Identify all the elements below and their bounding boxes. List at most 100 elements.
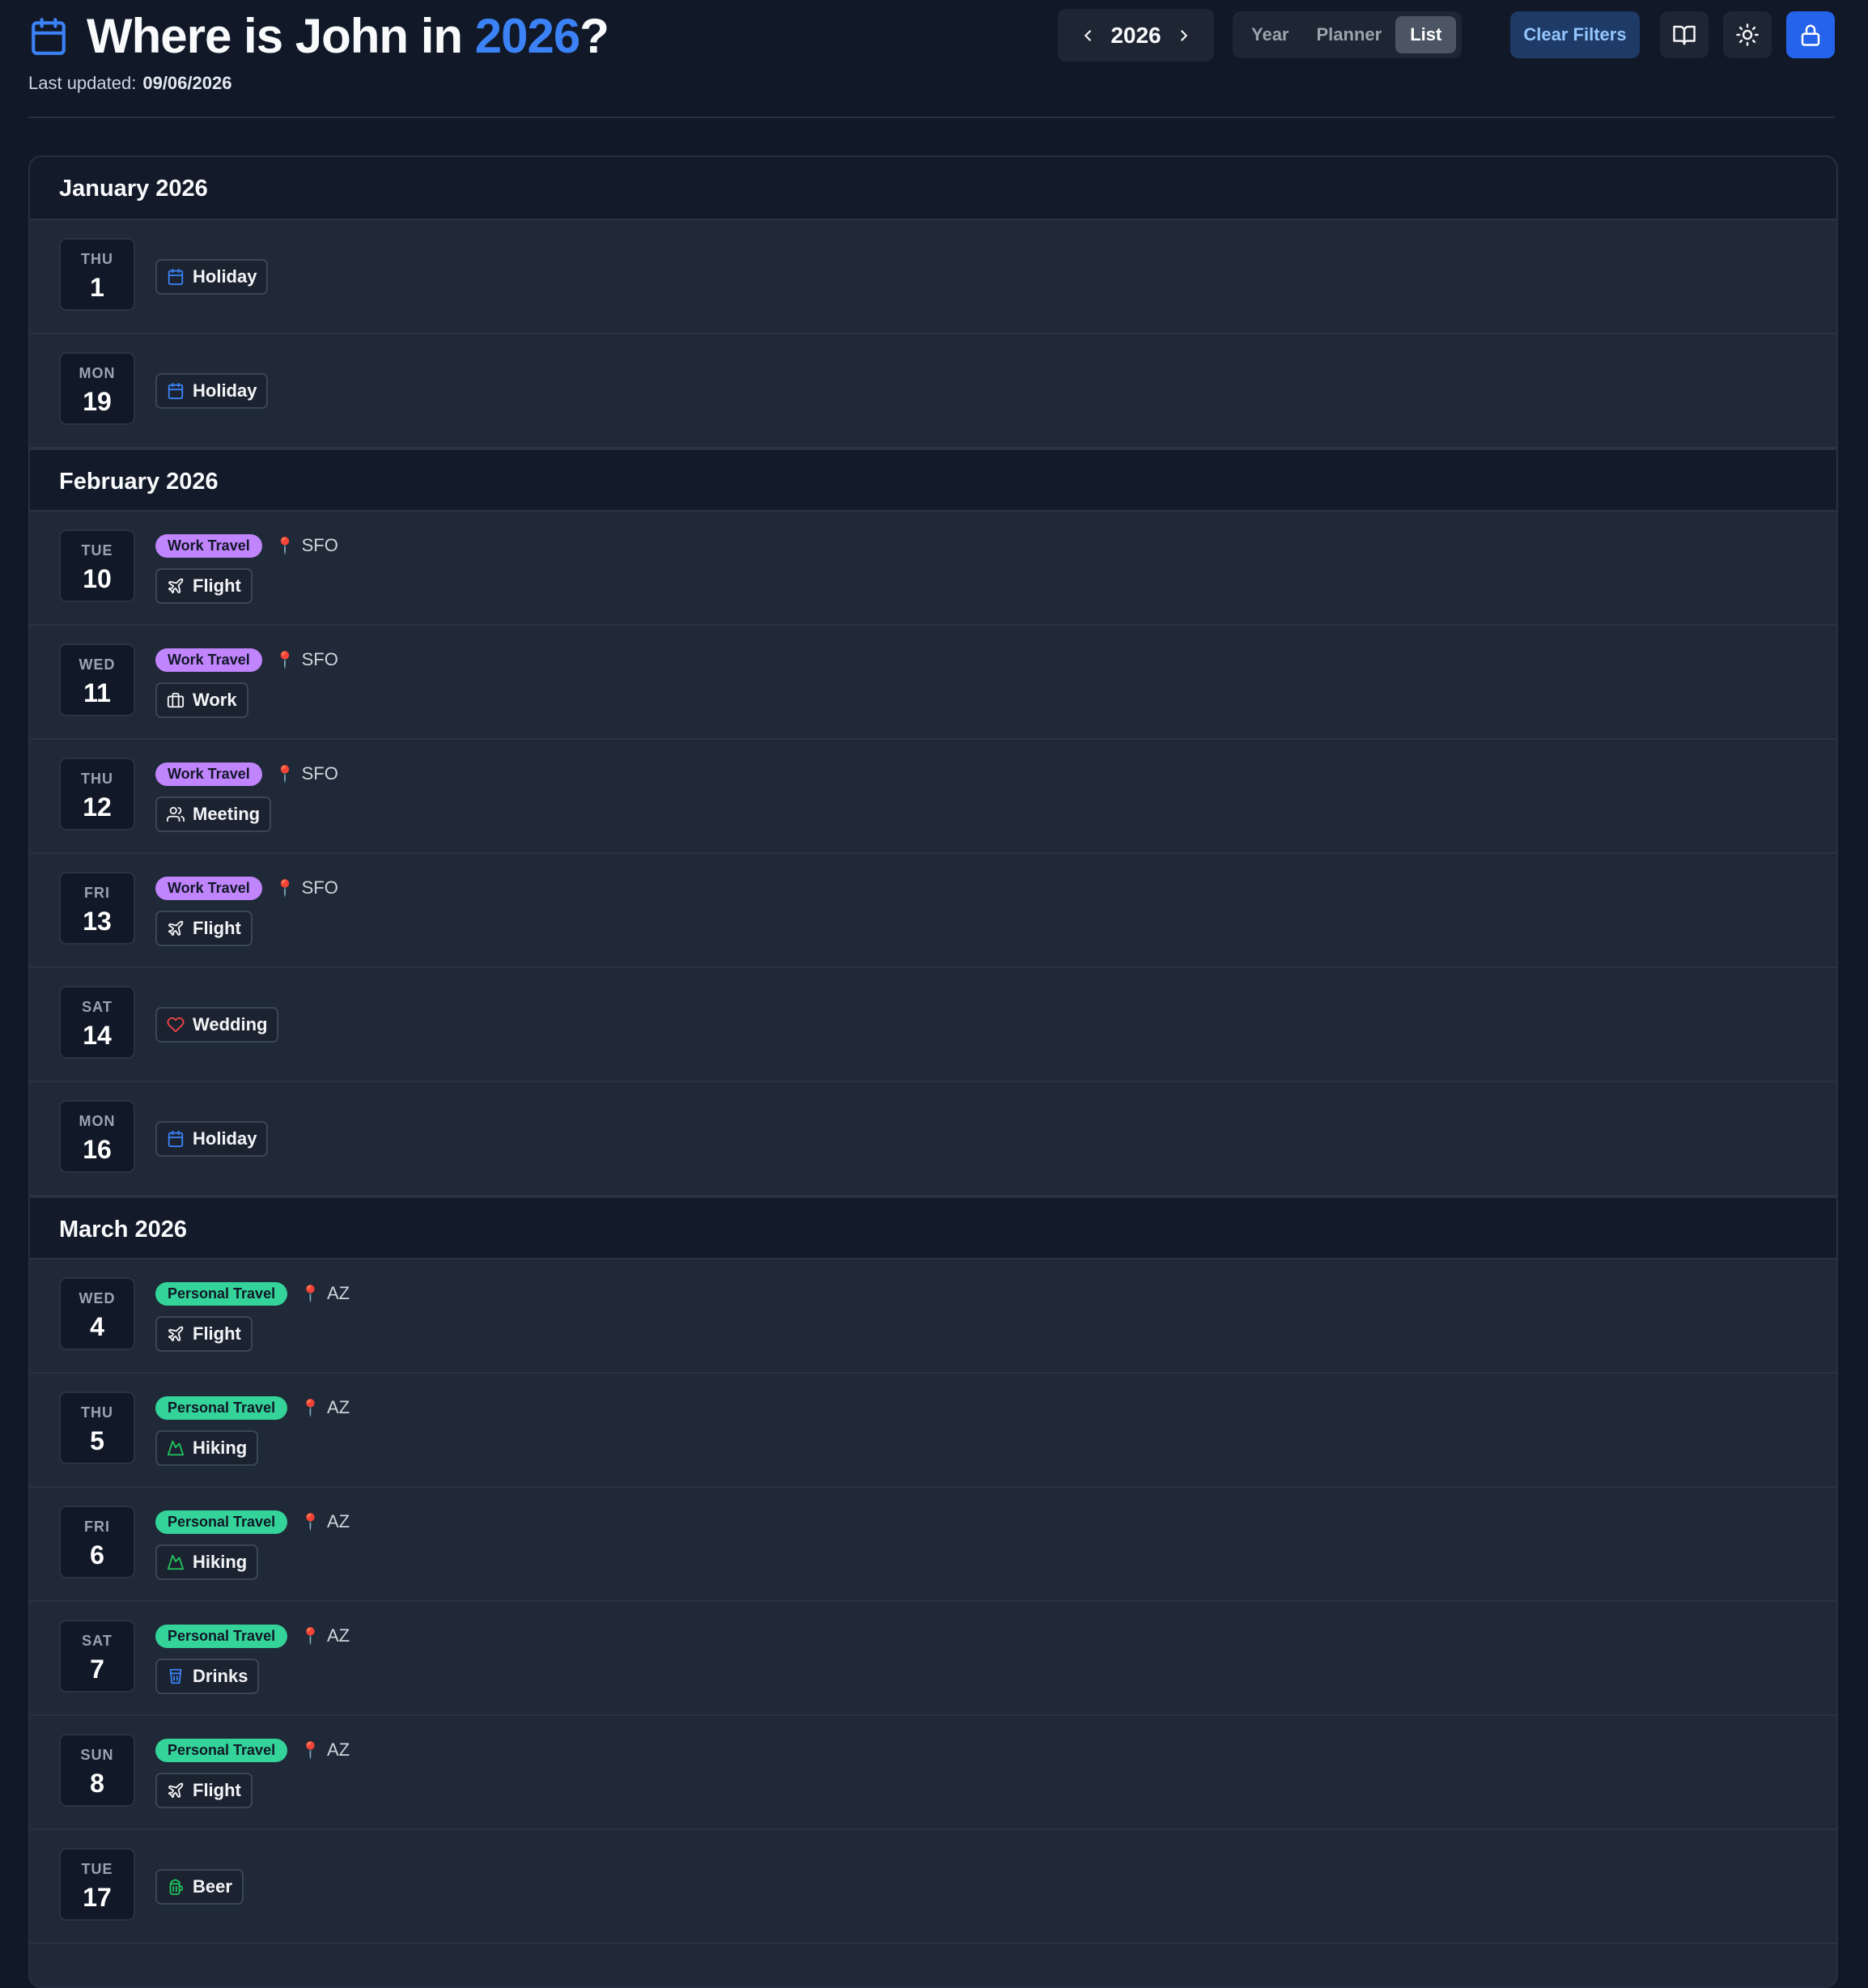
travel-info: Personal Travel 📍 AZ — [155, 1738, 350, 1762]
theme-toggle-button[interactable] — [1723, 11, 1772, 58]
location: 📍 AZ — [300, 1283, 350, 1304]
tab-list[interactable]: List — [1395, 16, 1457, 53]
travel-info: Personal Travel 📍 AZ — [155, 1395, 350, 1420]
category-badge[interactable]: Personal Travel — [155, 1624, 288, 1648]
day-row[interactable]: MON 16 Holiday — [30, 1082, 1836, 1196]
lock-icon — [1801, 24, 1820, 46]
activity-chip[interactable]: Drinks — [155, 1659, 260, 1694]
day-row[interactable]: THU 12 Work Travel 📍 SFO Meeting — [30, 740, 1836, 854]
activity-chip[interactable]: Flight — [155, 568, 253, 604]
day-row[interactable]: TUE 17 Beer — [30, 1830, 1836, 1944]
cup-icon — [167, 1667, 193, 1685]
activity-label: Hiking — [193, 1438, 248, 1458]
activity-label: Drinks — [193, 1666, 248, 1686]
day-row[interactable]: SUN 8 Personal Travel 📍 AZ Flight — [30, 1716, 1836, 1830]
chevron-left-icon[interactable] — [1079, 27, 1097, 45]
category-badge[interactable]: Work Travel — [155, 533, 262, 558]
calendar-icon — [167, 382, 193, 400]
page-header: Where is John in 2026? Last updated: 09/0… — [28, 0, 1835, 118]
users-icon — [167, 805, 193, 823]
lock-button[interactable] — [1786, 11, 1835, 58]
activity-label: Flight — [193, 918, 241, 938]
date-badge: WED 4 — [59, 1277, 135, 1350]
day-row[interactable]: THU 1 Holiday — [30, 220, 1836, 334]
activity-label: Flight — [193, 1780, 241, 1800]
date-badge: TUE 10 — [59, 529, 135, 602]
activity-chip[interactable]: Hiking — [155, 1430, 259, 1466]
day-of-week: FRI — [84, 885, 110, 901]
activity-chip[interactable]: Flight — [155, 1773, 253, 1808]
category-badge[interactable]: Personal Travel — [155, 1281, 288, 1306]
location-label: SFO — [301, 649, 338, 669]
location: 📍 SFO — [275, 649, 338, 670]
date-badge: THU 5 — [59, 1391, 135, 1464]
location-label: SFO — [301, 763, 338, 784]
activity-label: Wedding — [193, 1014, 268, 1034]
day-of-week: FRI — [84, 1519, 110, 1535]
tab-year[interactable]: Year — [1238, 16, 1303, 53]
pin-icon: 📍 — [300, 1399, 321, 1417]
last-updated-value: 09/06/2026 — [142, 73, 232, 93]
day-row[interactable]: FRI 6 Personal Travel 📍 AZ Hiking — [30, 1488, 1836, 1602]
activity-label: Work — [193, 690, 237, 710]
activity-chip[interactable]: Wedding — [155, 1007, 279, 1043]
day-number: 6 — [90, 1540, 104, 1570]
location-label: SFO — [301, 535, 338, 555]
category-badge[interactable]: Personal Travel — [155, 1738, 288, 1762]
travel-info: Work Travel 📍 SFO — [155, 762, 338, 786]
day-row[interactable]: MON 19 Holiday — [30, 334, 1836, 448]
activity-chip[interactable]: Flight — [155, 1316, 253, 1352]
day-row[interactable]: SAT 14 Wedding — [30, 968, 1836, 1082]
location: 📍 SFO — [275, 535, 338, 556]
day-number: 13 — [83, 907, 112, 936]
date-badge: SUN 8 — [59, 1734, 135, 1807]
book-button[interactable] — [1660, 11, 1709, 58]
day-of-week: MON — [79, 365, 116, 381]
plane-icon — [167, 577, 193, 595]
day-row[interactable]: WED 11 Work Travel 📍 SFO Work — [30, 626, 1836, 740]
category-badge[interactable]: Work Travel — [155, 762, 262, 786]
day-number: 17 — [83, 1883, 112, 1912]
activity-chip[interactable]: Flight — [155, 911, 253, 946]
last-updated-label: Last updated: — [28, 73, 137, 93]
pin-icon: 📍 — [274, 765, 295, 784]
category-badge[interactable]: Personal Travel — [155, 1395, 288, 1420]
activity-chip[interactable]: Holiday — [155, 373, 269, 409]
category-badge[interactable]: Work Travel — [155, 648, 262, 672]
day-row[interactable]: FRI 13 Work Travel 📍 SFO Flight — [30, 854, 1836, 968]
date-badge: FRI 13 — [59, 872, 135, 945]
travel-info: Work Travel 📍 SFO — [155, 648, 338, 672]
activity-label: Holiday — [193, 266, 257, 287]
month-header: January 2026 — [30, 157, 1836, 220]
plane-icon — [167, 1325, 193, 1343]
day-number: 4 — [90, 1312, 104, 1341]
calendar-icon — [167, 268, 193, 286]
clear-filters-button[interactable]: Clear Filters — [1510, 11, 1640, 58]
activity-chip[interactable]: Hiking — [155, 1544, 259, 1580]
view-switcher: Year Planner List — [1233, 11, 1462, 58]
location-label: AZ — [326, 1740, 350, 1760]
chevron-right-icon[interactable] — [1175, 27, 1193, 45]
book-icon — [1673, 25, 1696, 45]
day-row[interactable]: WED 4 Personal Travel 📍 AZ Flight — [30, 1259, 1836, 1374]
activity-chip[interactable]: Holiday — [155, 259, 269, 295]
activity-chip[interactable]: Work — [155, 682, 248, 718]
location: 📍 SFO — [275, 763, 338, 784]
day-row[interactable]: SAT 7 Personal Travel 📍 AZ Drinks — [30, 1602, 1836, 1716]
activity-label: Hiking — [193, 1552, 248, 1572]
day-row[interactable]: THU 5 Personal Travel 📍 AZ Hiking — [30, 1374, 1836, 1488]
day-row[interactable]: TUE 10 Work Travel 📍 SFO Flight — [30, 512, 1836, 626]
category-badge[interactable]: Personal Travel — [155, 1510, 288, 1534]
activity-chip[interactable]: Beer — [155, 1869, 244, 1905]
pin-icon: 📍 — [300, 1513, 321, 1531]
day-of-week: THU — [81, 771, 113, 787]
activity-chip[interactable]: Holiday — [155, 1121, 269, 1157]
mountain-icon — [167, 1553, 193, 1571]
day-of-week: MON — [79, 1113, 116, 1129]
day-of-week: THU — [81, 1404, 113, 1421]
tab-planner[interactable]: Planner — [1303, 16, 1396, 53]
pin-icon: 📍 — [274, 537, 295, 555]
category-badge[interactable]: Work Travel — [155, 876, 262, 900]
activity-chip[interactable]: Meeting — [155, 796, 272, 832]
activity-label: Flight — [193, 576, 241, 596]
